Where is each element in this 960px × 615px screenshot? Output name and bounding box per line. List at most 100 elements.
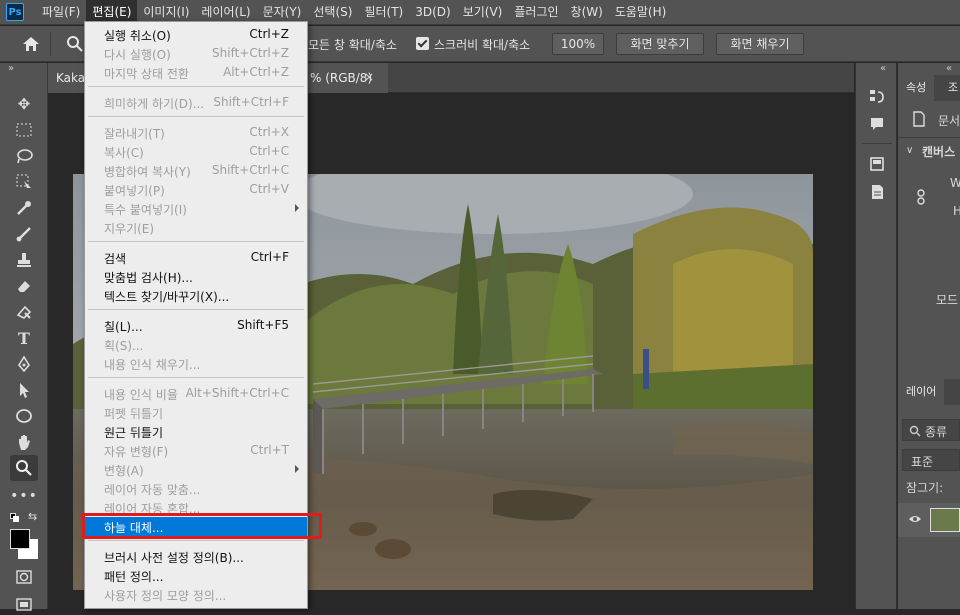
menu-item-puppet-warp[interactable]: 퍼펫 뒤틀기 (85, 403, 307, 422)
menu-separator (88, 309, 304, 310)
menu-item-transform[interactable]: 변형(A) (85, 460, 307, 479)
menu-item-stroke[interactable]: 획(S)... (85, 335, 307, 354)
eraser-tool-icon[interactable] (12, 275, 36, 297)
menu-item-fill[interactable]: 칠(L)... Shift+F5 (85, 316, 307, 335)
object-select-tool-icon[interactable] (12, 171, 36, 193)
layer-row[interactable] (898, 503, 960, 537)
pen-tool-icon[interactable] (12, 353, 36, 375)
scrubby-zoom-checkbox[interactable] (416, 37, 429, 50)
menu-item-content-aware-scale[interactable]: 내용 인식 비율 Alt+Shift+Ctrl+C (85, 384, 307, 403)
menu-view[interactable]: 보기(V) (457, 0, 509, 25)
properties-tabs: 속성 조 (898, 75, 960, 101)
menu-separator (88, 540, 304, 541)
brush-tool-icon[interactable] (12, 223, 36, 245)
fill-screen-button[interactable]: 화면 채우기 (716, 33, 804, 55)
lasso-tool-icon[interactable] (12, 145, 36, 167)
move-tool-icon[interactable]: ✥ (12, 93, 36, 115)
panel-collapse-icon[interactable]: « (946, 63, 952, 74)
layer-thumbnail (930, 508, 960, 532)
tools-panel: » ✥ T ••• ⇆ (0, 63, 48, 611)
menu-item-free-transform[interactable]: 자유 변형(F) Ctrl+T (85, 441, 307, 460)
stamp-tool-icon[interactable] (12, 249, 36, 271)
menu-file[interactable]: 파일(F) (36, 0, 86, 25)
blend-mode-select[interactable]: 표준 (902, 449, 960, 471)
blend-mode-value: 표준 (911, 455, 934, 469)
zoom-icon[interactable] (66, 35, 84, 53)
photoshop-logo: Ps (6, 3, 24, 21)
history-icon[interactable] (868, 87, 886, 105)
dodge-tool-icon[interactable] (12, 301, 36, 323)
menu-plugins[interactable]: 플러그인 (508, 0, 564, 25)
menu-item-copy[interactable]: 복사(C) Ctrl+C (85, 142, 307, 161)
menu-item-search[interactable]: 검색 Ctrl+F (85, 248, 307, 267)
collapse-icon[interactable]: » (8, 63, 14, 74)
menu-item-fade[interactable]: 희미하게 하기(D)... Shift+Ctrl+F (85, 93, 307, 112)
menu-separator (88, 241, 304, 242)
document-label: 문서 (938, 114, 960, 128)
menu-window[interactable]: 창(W) (565, 0, 609, 25)
marquee-tool-icon[interactable] (12, 119, 36, 141)
zoom-tool-icon[interactable] (10, 455, 38, 481)
menu-filter[interactable]: 필터(T) (358, 0, 409, 25)
menu-item-content-aware-fill[interactable]: 내용 인식 채우기... (85, 354, 307, 373)
panel-icon-strip: « (855, 63, 897, 609)
menu-item-toggle-last-state[interactable]: 마지막 상태 전환 Alt+Ctrl+Z (85, 63, 307, 82)
ellipse-tool-icon[interactable] (12, 405, 36, 427)
submenu-arrow-icon (295, 465, 299, 473)
path-select-tool-icon[interactable] (12, 379, 36, 401)
menu-3d[interactable]: 3D(D) (409, 0, 456, 25)
tab-properties[interactable]: 속성 (898, 75, 935, 101)
mode-label: 모드 (936, 293, 959, 307)
menu-item-perspective-warp[interactable]: 원근 뒤틀기 (85, 422, 307, 441)
fit-screen-button[interactable]: 화면 맞추기 (616, 33, 704, 55)
menu-item-undo[interactable]: 실행 취소(O) Ctrl+Z (85, 25, 307, 44)
menu-item-define-pattern[interactable]: 패턴 정의... (85, 566, 307, 585)
width-label: W (950, 176, 960, 190)
document-panel-icon[interactable] (868, 183, 886, 201)
menu-item-find-replace-text[interactable]: 텍스트 찾기/바꾸기(X)... (85, 286, 307, 305)
menu-item-paste-special[interactable]: 특수 붙여넣기(I) (85, 199, 307, 218)
document-icon (913, 111, 925, 127)
eye-icon[interactable] (908, 514, 922, 524)
more-tools-icon[interactable]: ••• (10, 485, 37, 507)
layers-tabs: 레이어 (898, 379, 960, 405)
menu-item-define-custom-shape[interactable]: 사용자 정의 모양 정의... (85, 585, 307, 604)
foreground-color-swatch[interactable] (10, 529, 30, 549)
lock-label: 잠그기: (906, 481, 944, 495)
close-tab-icon[interactable]: × (364, 70, 374, 84)
tab-adjustments[interactable]: 조 (940, 75, 960, 101)
comment-icon[interactable] (868, 115, 886, 133)
menu-item-clear[interactable]: 지우기(E) (85, 218, 307, 237)
scrubby-zoom-label[interactable]: 스크러비 확대/축소 (434, 36, 530, 53)
home-icon[interactable] (20, 34, 42, 54)
layer-filter-label: 종류 (925, 425, 948, 439)
screen-mode-icon[interactable] (12, 593, 36, 615)
type-tool-icon[interactable]: T (12, 327, 36, 349)
menu-item-copy-merged[interactable]: 병합하여 복사(Y) Shift+Ctrl+C (85, 161, 307, 180)
default-colors-icon[interactable] (10, 513, 20, 523)
menu-help[interactable]: 도움말(H) (609, 0, 673, 25)
chevron-down-icon[interactable]: ∨ (906, 145, 913, 156)
eyedropper-tool-icon[interactable] (12, 197, 36, 219)
properties-panel-icon[interactable] (868, 155, 886, 173)
menu-item-paste[interactable]: 붙여넣기(P) Ctrl+V (85, 180, 307, 199)
submenu-arrow-icon (295, 204, 299, 212)
menu-item-auto-align-layers[interactable]: 레이어 자동 맞춤... (85, 479, 307, 498)
link-icon[interactable] (916, 189, 926, 205)
hand-tool-icon[interactable] (12, 431, 36, 453)
quick-mask-icon[interactable] (12, 566, 36, 588)
collapse-panels-icon[interactable]: « (880, 63, 886, 74)
menu-select[interactable]: 선택(S) (307, 0, 358, 25)
fit-all-windows-label[interactable]: 모든 창 확대/축소 (308, 36, 397, 53)
menu-item-redo[interactable]: 다시 실행(O) Shift+Ctrl+Z (85, 44, 307, 63)
zoom-percent-field[interactable]: 100% (552, 33, 604, 55)
canvas-section-label: 캔버스 (922, 145, 956, 159)
menu-separator (88, 377, 304, 378)
menu-item-check-spelling[interactable]: 맞춤법 검사(H)... (85, 267, 307, 286)
layer-filter-field[interactable]: 종류 (902, 419, 960, 441)
tab-layers[interactable]: 레이어 (898, 379, 945, 405)
properties-panel: « 속성 조 문서 ∨ 캔버스 W H 모드 레이어 종류 표준 잠그기: (898, 63, 960, 609)
swap-colors-icon[interactable]: ⇆ (28, 510, 37, 523)
menu-item-define-brush-preset[interactable]: 브러시 사전 설정 정의(B)... (85, 547, 307, 566)
menu-item-cut[interactable]: 잘라내기(T) Ctrl+X (85, 123, 307, 142)
